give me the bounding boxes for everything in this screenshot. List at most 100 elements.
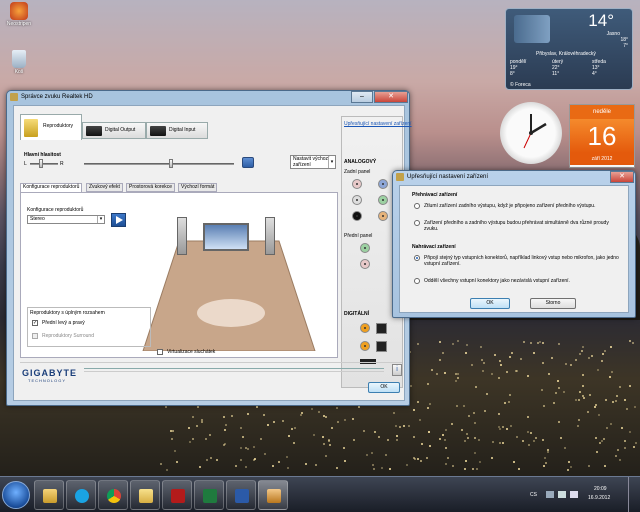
close-button[interactable]: ✕ xyxy=(374,91,408,103)
jack-back-black[interactable] xyxy=(352,211,362,221)
desktop-icon-app[interactable]: Neostripen xyxy=(2,2,36,27)
mute-speaker-icon[interactable] xyxy=(242,157,254,168)
clock-time[interactable]: 20:09 xyxy=(594,486,607,492)
city-light xyxy=(500,364,502,366)
taskbar-skype[interactable] xyxy=(66,480,96,510)
language-indicator[interactable]: CS xyxy=(530,492,537,498)
dialog-titlebar[interactable]: Upřesňující nastavení zařízení xyxy=(393,171,635,183)
start-button[interactable] xyxy=(2,481,30,509)
playback-option-mute-rear[interactable] xyxy=(414,203,420,209)
spdif-optical-icon[interactable] xyxy=(376,323,387,334)
city-light xyxy=(225,424,227,426)
jack-back-gray[interactable] xyxy=(352,195,362,205)
taskbar-realtek[interactable] xyxy=(258,480,288,510)
city-light xyxy=(206,459,208,461)
clock-gadget[interactable] xyxy=(500,102,562,164)
ok-button[interactable]: OK xyxy=(368,382,400,393)
calendar-gadget[interactable]: neděle 16 září 2012 xyxy=(569,104,635,168)
city-light xyxy=(393,412,395,414)
taskbar-chrome[interactable] xyxy=(98,480,128,510)
front-left-right-checkbox[interactable]: ✓ xyxy=(32,320,38,326)
city-light xyxy=(366,454,368,456)
show-desktop-button[interactable] xyxy=(628,477,636,512)
headphone-virtualization-checkbox[interactable] xyxy=(157,349,163,355)
spdif-coaxial-in-icon[interactable] xyxy=(360,341,370,351)
city-light xyxy=(518,468,520,470)
surround-speakers-checkbox[interactable] xyxy=(32,333,38,339)
flag-icon[interactable] xyxy=(546,491,554,498)
dialog-ok-button[interactable]: OK xyxy=(470,298,510,309)
city-light xyxy=(542,342,544,344)
balance-slider[interactable] xyxy=(30,163,58,165)
balance-slider-thumb[interactable] xyxy=(39,159,44,168)
default-device-select[interactable]: Nastavit výchozí zařízení ▾ xyxy=(290,155,336,169)
jack-back-green[interactable] xyxy=(378,195,388,205)
progress-strip xyxy=(84,368,384,372)
city-light xyxy=(353,439,355,441)
tab-room-correction[interactable]: Prostorová korekce xyxy=(126,183,176,192)
taskbar-explorer[interactable] xyxy=(34,480,64,510)
volume-slider[interactable] xyxy=(84,163,234,165)
info-icon[interactable]: i xyxy=(392,364,402,376)
speaker-front-right-icon[interactable] xyxy=(265,217,275,255)
city-light xyxy=(610,346,612,348)
calendar-day: 16 xyxy=(570,119,634,153)
play-test-button[interactable] xyxy=(111,213,126,227)
jack-back-blue[interactable] xyxy=(378,179,388,189)
volume-icon[interactable] xyxy=(570,491,578,498)
tab-digital-input[interactable]: Digital Input xyxy=(146,122,208,139)
city-light xyxy=(543,465,545,467)
clock-date[interactable]: 16.9.2012 xyxy=(588,495,610,501)
city-light xyxy=(598,414,600,416)
jack-front-pink[interactable] xyxy=(360,259,370,269)
taskbar-excel[interactable] xyxy=(194,480,224,510)
tab-digital-output[interactable]: Digital Output xyxy=(82,122,146,139)
city-light xyxy=(533,352,535,354)
city-light xyxy=(373,468,375,470)
weather-provider: © Foreca xyxy=(510,82,531,88)
forecast-day: středa 13° 4° xyxy=(592,59,606,77)
city-light xyxy=(429,403,431,405)
city-light xyxy=(311,408,313,410)
city-light xyxy=(260,438,262,440)
city-light xyxy=(428,431,430,433)
playback-heading: Přehrávací zařízení xyxy=(412,192,458,198)
network-icon[interactable] xyxy=(558,491,566,498)
record-option-tie-inputs[interactable] xyxy=(414,255,420,261)
tab-sound-effect[interactable]: Zvukový efekt xyxy=(86,183,123,192)
advanced-settings-link[interactable]: Upřesňující nastavení zařízení xyxy=(344,121,412,127)
playback-option-simultaneous[interactable] xyxy=(414,220,420,226)
minimize-button[interactable]: – xyxy=(351,91,373,103)
city-light xyxy=(417,458,419,460)
city-light xyxy=(504,402,506,404)
city-light xyxy=(473,412,475,414)
taskbar-acrobat[interactable] xyxy=(162,480,192,510)
record-option-separate-inputs[interactable] xyxy=(414,278,420,284)
jack-back-pink[interactable] xyxy=(352,179,362,189)
city-light xyxy=(558,421,560,423)
taskbar-word[interactable] xyxy=(226,480,256,510)
window-titlebar[interactable]: Správce zvuku Realtek HD xyxy=(7,91,409,103)
city-light xyxy=(509,394,511,396)
city-light xyxy=(426,457,428,459)
taskbar-folder[interactable] xyxy=(130,480,160,510)
city-light xyxy=(629,385,631,387)
volume-left-label: L xyxy=(24,161,27,167)
jack-back-orange[interactable] xyxy=(378,211,388,221)
recycle-bin-icon xyxy=(12,50,26,68)
spdif-optical-in-icon[interactable] xyxy=(376,341,387,352)
city-light xyxy=(325,455,327,457)
speaker-config-select[interactable]: Stereo ▾ xyxy=(27,215,105,224)
tab-default-format[interactable]: Výchozí formát xyxy=(178,183,218,192)
city-light xyxy=(582,395,584,397)
city-light xyxy=(329,444,331,446)
dialog-cancel-button[interactable]: Storno xyxy=(530,298,576,309)
speaker-front-left-icon[interactable] xyxy=(177,217,187,255)
desktop-icon-recycle-bin[interactable]: Koš xyxy=(2,50,36,75)
weather-gadget[interactable]: 14° Jasno 18° 7° Přibyslav, Královéhrade… xyxy=(505,8,633,90)
tab-speakers[interactable]: Reproduktory xyxy=(20,114,82,140)
volume-slider-thumb[interactable] xyxy=(169,159,173,168)
spdif-coaxial-icon[interactable] xyxy=(360,323,370,333)
jack-front-green[interactable] xyxy=(360,243,370,253)
dialog-close-button[interactable]: ✕ xyxy=(610,171,634,183)
